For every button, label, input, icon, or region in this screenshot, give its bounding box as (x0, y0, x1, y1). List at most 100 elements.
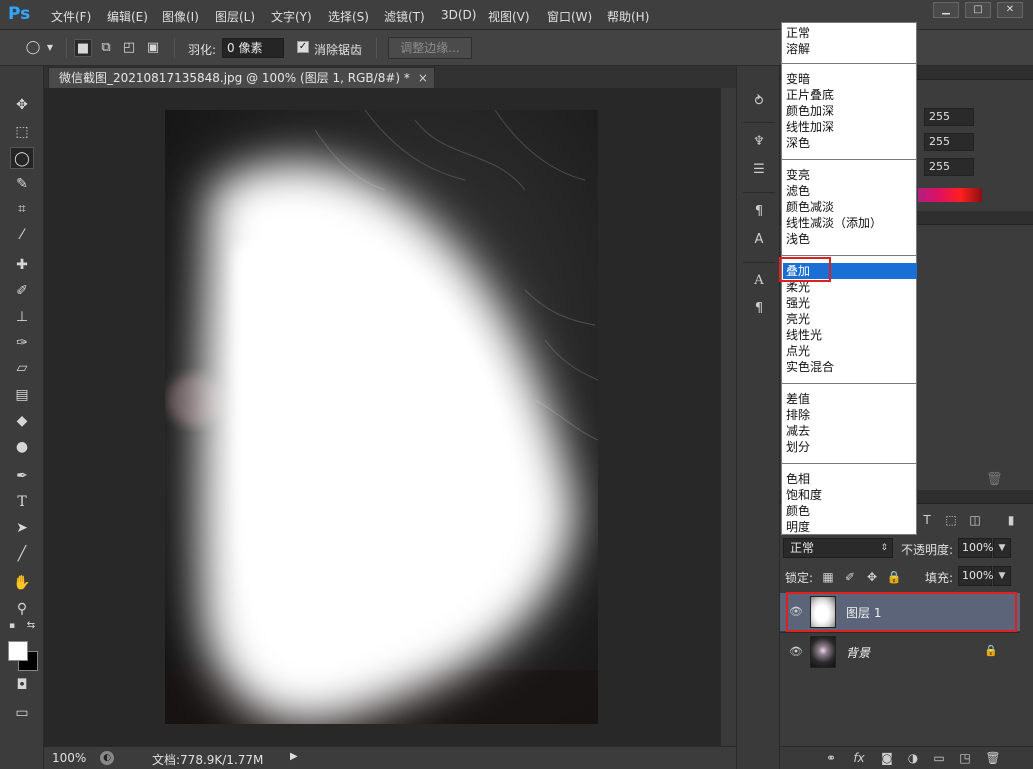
menu-view[interactable]: 视图(V) (488, 8, 530, 25)
blend-option[interactable]: 亮光 (786, 311, 916, 327)
blend-mode-select[interactable]: 正常 ⇕ (783, 538, 893, 558)
menu-window[interactable]: 窗口(W) (547, 8, 592, 25)
visibility-eye-icon[interactable]: 👁 (788, 644, 804, 660)
trash-icon[interactable]: 🗑 (986, 472, 1003, 487)
visibility-eye-icon[interactable]: 👁 (788, 604, 804, 620)
blend-option[interactable]: 变暗 (786, 71, 916, 87)
crop-tool-icon[interactable]: ⌗ (10, 198, 34, 220)
blend-option[interactable]: 强光 (786, 295, 916, 311)
history-panel-icon[interactable]: ⥁ (749, 92, 769, 112)
adjustment-layer-icon[interactable]: ◑ (904, 750, 922, 766)
canvas-image[interactable] (165, 110, 598, 724)
brush-preset-icon[interactable]: ♆ (749, 132, 769, 152)
blend-option[interactable]: 浅色 (786, 231, 916, 247)
menu-file[interactable]: 文件(F) (51, 8, 91, 25)
paragraph-style-icon[interactable]: ¶ (749, 202, 769, 222)
blend-option[interactable]: 实色混合 (786, 359, 916, 375)
blend-option[interactable]: 线性减淡（添加） (786, 215, 916, 231)
lock-all-icon[interactable]: 🔒 (886, 569, 902, 585)
green-value[interactable]: 255 (924, 133, 974, 151)
blend-option[interactable]: 正片叠底 (786, 87, 916, 103)
layer-name[interactable]: 图层 1 (846, 604, 881, 621)
type-filter-icon[interactable]: T (918, 511, 936, 529)
blend-option[interactable]: 饱和度 (786, 487, 916, 503)
layer-row[interactable]: 👁 图层 1 (780, 593, 1020, 631)
eraser-tool-icon[interactable]: ▱ (10, 357, 34, 379)
red-value[interactable]: 255 (924, 108, 974, 126)
type-tool-icon[interactable]: T (10, 491, 34, 513)
gradient-tool-icon[interactable]: ▤ (10, 384, 34, 406)
blend-option[interactable]: 明度 (786, 519, 916, 535)
clone-stamp-icon[interactable]: ⊥ (10, 306, 34, 328)
menu-help[interactable]: 帮助(H) (607, 8, 649, 25)
chevron-down-icon[interactable]: ▼ (993, 538, 1011, 558)
feather-input[interactable]: 0 像素 (222, 38, 284, 58)
blend-option[interactable]: 溶解 (786, 41, 916, 57)
maximize-icon[interactable]: □ (965, 2, 991, 18)
canvas-area[interactable] (44, 88, 720, 746)
blue-value[interactable]: 255 (924, 158, 974, 176)
blend-option[interactable]: 颜色减淡 (786, 199, 916, 215)
layer-row[interactable]: 👁 背景 🔒 (780, 632, 1020, 670)
layer-name[interactable]: 背景 (846, 644, 870, 661)
add-mask-icon[interactable]: ◙ (878, 750, 896, 766)
shape-filter-icon[interactable]: ⬚ (942, 511, 960, 529)
blend-option-selected[interactable]: 叠加 (783, 263, 917, 279)
blend-option[interactable]: 变亮 (786, 167, 916, 183)
menu-layer[interactable]: 图层(L) (215, 8, 255, 25)
lock-pixels-icon[interactable]: ✐ (842, 569, 858, 585)
antialias-checkbox[interactable]: ✓ (297, 41, 309, 53)
blend-option[interactable]: 减去 (786, 423, 916, 439)
new-layer-icon[interactable]: ◳ (956, 750, 974, 766)
zoom-tool-icon[interactable]: ⚲ (10, 598, 34, 620)
lasso-tool-icon[interactable]: ◯ (10, 147, 34, 169)
blend-option[interactable]: 点光 (786, 343, 916, 359)
menu-image[interactable]: 图像(I) (162, 8, 199, 25)
refine-edge-button[interactable]: 调整边缘... (388, 37, 472, 59)
intersect-selection-icon[interactable]: ▣ (144, 39, 162, 57)
menu-type[interactable]: 文字(Y) (271, 8, 312, 25)
menu-filter[interactable]: 滤镜(T) (384, 8, 425, 25)
healing-brush-icon[interactable]: ✚ (10, 254, 34, 276)
lock-position-icon[interactable]: ✥ (864, 569, 880, 585)
opacity-input[interactable]: 100% (958, 538, 993, 558)
filter-toggle-icon[interactable]: ▮ (1002, 511, 1020, 529)
blend-option[interactable]: 滤色 (786, 183, 916, 199)
blend-option[interactable]: 线性加深 (786, 119, 916, 135)
color-spectrum[interactable] (918, 188, 982, 202)
vertical-scrollbar[interactable] (720, 88, 736, 746)
swap-colors-icon[interactable]: ⇆ (24, 620, 38, 632)
line-tool-icon[interactable]: ╱ (10, 543, 34, 565)
menu-select[interactable]: 选择(S) (328, 8, 369, 25)
move-tool-icon[interactable]: ✥ (10, 94, 34, 116)
menu-edit[interactable]: 编辑(E) (107, 8, 148, 25)
blend-option[interactable]: 差值 (786, 391, 916, 407)
fx-icon[interactable]: fx (850, 750, 868, 766)
close-tab-icon[interactable]: × (418, 68, 428, 89)
adjustments-icon[interactable]: ☰ (749, 160, 769, 180)
chevron-down-icon[interactable]: ▼ (993, 566, 1011, 586)
delete-layer-icon[interactable]: 🗑 (984, 750, 1002, 766)
link-layers-icon[interactable]: ⚭ (822, 750, 840, 766)
blend-option[interactable]: 颜色 (786, 503, 916, 519)
blur-tool-icon[interactable]: ◆ (10, 410, 34, 432)
minimize-icon[interactable]: ▁ (933, 2, 959, 18)
close-icon[interactable]: ✕ (997, 2, 1023, 18)
default-colors-icon[interactable]: ▪ (6, 620, 18, 632)
marquee-tool-icon[interactable]: ⬚ (10, 121, 34, 143)
blend-option[interactable]: 色相 (786, 471, 916, 487)
path-select-icon[interactable]: ➤ (10, 517, 34, 539)
quick-select-tool-icon[interactable]: ✎ (10, 173, 34, 195)
character-panel-icon[interactable]: A (749, 271, 769, 291)
blend-option[interactable]: 排除 (786, 407, 916, 423)
fill-input[interactable]: 100% (958, 566, 993, 586)
blend-option[interactable]: 划分 (786, 439, 916, 455)
history-brush-icon[interactable]: ✑ (10, 332, 34, 354)
subtract-selection-icon[interactable]: ◰ (120, 39, 138, 57)
screen-mode-icon[interactable]: ▭ (10, 702, 34, 724)
eyedropper-tool-icon[interactable]: ⁄ (10, 224, 34, 246)
lock-transparent-icon[interactable]: ▦ (820, 569, 836, 585)
menu-3d[interactable]: 3D(D) (441, 8, 476, 22)
blend-option[interactable]: 柔光 (786, 279, 916, 295)
foreground-color[interactable] (8, 641, 28, 661)
